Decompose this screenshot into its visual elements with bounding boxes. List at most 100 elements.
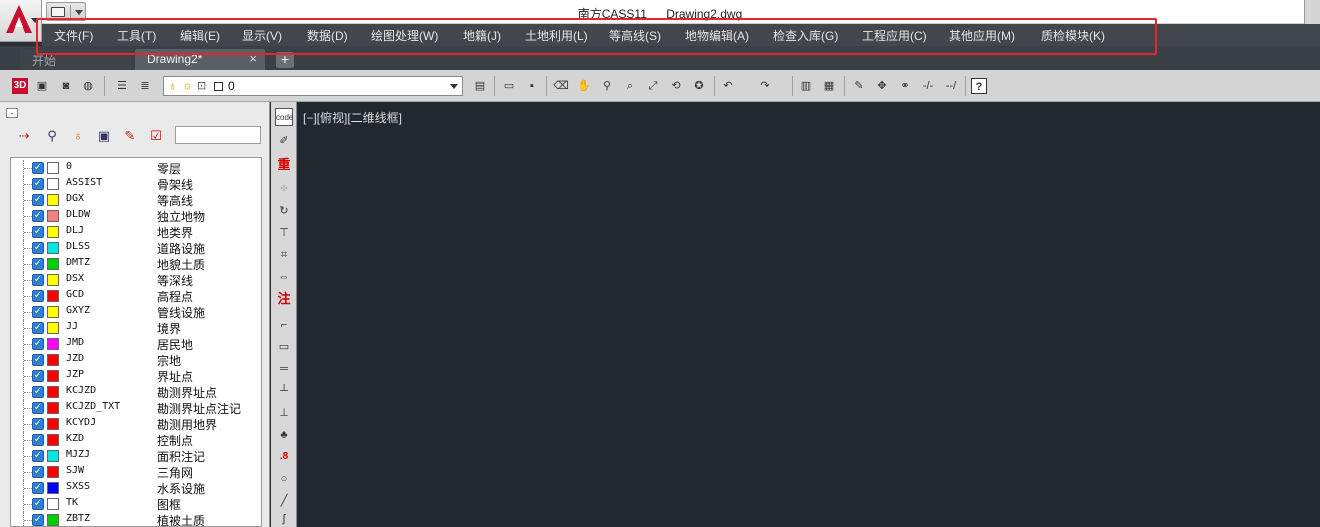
layer-visible-checkbox[interactable]: ✓ [32,210,44,222]
zoom-extents-icon[interactable]: ⤢ [645,78,661,94]
properties-icon[interactable]: ▥ [798,78,814,94]
layer-row[interactable]: ✓ KZD 控制点 [11,432,261,448]
layer-color-swatch[interactable] [47,162,59,174]
layer-edit-icon[interactable]: ✎ [120,126,140,146]
layer-properties-icon[interactable]: ☰ [114,78,130,94]
wall-tool-icon[interactable]: ⊥ [275,404,293,422]
zoom-realtime-icon[interactable]: ⚲ [599,78,615,94]
copy-icon[interactable]: ⚭ [897,78,913,94]
layer-row[interactable]: ✓ 0 零层 [11,160,261,176]
layer-color-swatch[interactable] [47,402,59,414]
menu-feature-edit[interactable]: 地物编辑(A) [685,27,749,44]
new-tab-button[interactable]: + [276,52,294,68]
layer-visible-checkbox[interactable]: ✓ [32,370,44,382]
layer-row[interactable]: ✓ JMD 居民地 [11,336,261,352]
layer-color-swatch[interactable] [47,274,59,286]
lineweight-icon[interactable]: ▤ [472,78,488,94]
layer-visible-checkbox[interactable]: ✓ [32,322,44,334]
layer-color-swatch[interactable] [47,482,59,494]
menu-cadastre[interactable]: 地籍(J) [463,27,501,44]
layer-visible-checkbox[interactable]: ✓ [32,498,44,510]
layer-visible-checkbox[interactable]: ✓ [32,162,44,174]
layer-row[interactable]: ✓ ZBTZ 植被土质 [11,512,261,526]
layer-row[interactable]: ✓ GXYZ 管线设施 [11,304,261,320]
measure-tool-icon[interactable]: ⇔ [275,268,293,286]
zoom-window-icon[interactable]: ⌕ [622,78,638,94]
layer-visible-checkbox[interactable]: ✓ [32,402,44,414]
drawing-canvas[interactable]: [−][俯视][二维线框] [297,102,1320,527]
corner-tool-icon[interactable]: ⌐ [275,316,293,334]
layer-row[interactable]: ✓ DSX 等深线 [11,272,261,288]
layer-row[interactable]: ✓ JJ 境界 [11,320,261,336]
extend-icon[interactable]: ‐‐/ [943,78,959,94]
layer-visible-checkbox[interactable]: ✓ [32,354,44,366]
layer-color-swatch[interactable] [47,226,59,238]
menu-data[interactable]: 数据(D) [307,27,348,44]
layer-row[interactable]: ✓ SXSS 水系设施 [11,480,261,496]
trim-icon[interactable]: ‐/‐ [920,78,936,94]
layer-color-swatch[interactable] [47,498,59,510]
layer-row[interactable]: ✓ ASSIST 骨架线 [11,176,261,192]
layer-row[interactable]: ✓ DLJ 地类界 [11,224,261,240]
menu-view[interactable]: 显示(V) [242,27,282,44]
chevron-down-icon[interactable] [450,84,458,89]
layer-row[interactable]: ✓ SJW 三角网 [11,464,261,480]
layer-row[interactable]: ✓ KCJZD_TXT 勘测界址点注记 [11,400,261,416]
code-tool-icon[interactable]: code [275,108,293,126]
layer-switch-icon[interactable]: ⇢ [14,126,34,146]
help-icon[interactable]: ? [971,78,987,94]
layer-row[interactable]: ✓ DMTZ 地貌土质 [11,256,261,272]
layer-visible-checkbox[interactable]: ✓ [32,466,44,478]
layer-row[interactable]: ✓ JZP 界址点 [11,368,261,384]
layer-visible-checkbox[interactable]: ✓ [32,258,44,270]
draw-line-icon[interactable]: ✎ [851,78,867,94]
layer-row[interactable]: ✓ MJZJ 面积注记 [11,448,261,464]
brush-tool-icon[interactable]: ✐ [275,132,293,150]
application-menu-button[interactable] [0,0,42,42]
menu-edit[interactable]: 编辑(E) [180,27,220,44]
rotate-tool-icon[interactable]: ↻ [275,202,293,220]
layer-color-swatch[interactable] [47,354,59,366]
erase-icon[interactable]: ⌫ [553,78,569,94]
menu-check-import[interactable]: 检查入库(G) [773,27,838,44]
layer-color-swatch[interactable] [47,370,59,382]
line-tool-icon[interactable]: ╱ [275,492,293,510]
layer-visible-checkbox[interactable]: ✓ [32,194,44,206]
layer-row[interactable]: ✓ DLDW 独立地物 [11,208,261,224]
layer-row[interactable]: ✓ TK 图框 [11,496,261,512]
tree-tool-icon[interactable]: ♣ [275,426,293,444]
viewport-controls[interactable]: [−][俯视][二维线框] [303,109,402,126]
layer-color-swatch[interactable] [47,210,59,222]
panel-collapse-button[interactable]: - [6,108,18,118]
regen-icon[interactable]: ✪ [691,78,707,94]
layer-visible-checkbox[interactable]: ✓ [32,338,44,350]
menu-quality-check[interactable]: 质检模块(K) [1041,27,1105,44]
layer-search-input[interactable] [175,126,261,144]
menu-contour[interactable]: 等高线(S) [609,27,661,44]
redraw-tool-icon[interactable]: 重 [275,156,293,174]
layer-color-swatch[interactable] [47,306,59,318]
layer-color-swatch[interactable] [47,178,59,190]
annotation-tool-icon[interactable]: 注 [275,290,293,308]
layer-color-swatch[interactable] [47,242,59,254]
layer-visible-checkbox[interactable]: ✓ [32,274,44,286]
layer-visible-checkbox[interactable]: ✓ [32,514,44,526]
zoom-previous-icon[interactable]: ⟲ [668,78,684,94]
layer-visible-checkbox[interactable]: ✓ [32,178,44,190]
layer-color-swatch[interactable] [47,322,59,334]
layer-color-swatch[interactable] [47,194,59,206]
layer-row[interactable]: ✓ KCYDJ 勘测用地界 [11,416,261,432]
layer-visible-checkbox[interactable]: ✓ [32,418,44,430]
layer-row[interactable]: ✓ DGX 等高线 [11,192,261,208]
menu-other-apps[interactable]: 其他应用(M) [949,27,1015,44]
design-center-icon[interactable]: ▦ [821,78,837,94]
undo-icon[interactable]: ↶ [720,78,736,94]
select-tool-icon[interactable]: ⁘ [275,180,293,198]
menu-drawing-process[interactable]: 绘图处理(W) [371,27,438,44]
view-cube-icon[interactable]: ▣ [34,78,50,94]
layer-list[interactable]: ✓ 0 零层 ✓ ASSIST 骨架线 ✓ DGX 等高线 ✓ DLDW 独立地物 ✓ DLJ 地类界 ✓ DL… [10,157,262,527]
layer-visible-checkbox[interactable]: ✓ [32,306,44,318]
3d-navigate-icon[interactable]: 3D [12,78,28,94]
layer-color-swatch[interactable] [47,514,59,526]
layer-row[interactable]: ✓ DLSS 道路设施 [11,240,261,256]
